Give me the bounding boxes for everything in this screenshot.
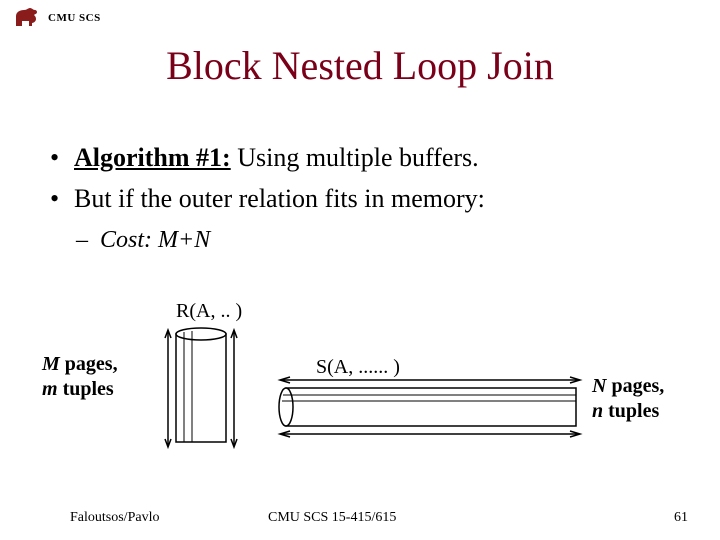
- slide: CMU SCS Block Nested Loop Join Algorithm…: [0, 0, 720, 540]
- slide-title: Block Nested Loop Join: [0, 42, 720, 89]
- scotty-dog-logo-icon: [12, 6, 42, 30]
- bullet-list: Algorithm #1: Using multiple buffers. Bu…: [46, 140, 666, 257]
- footer-course: CMU SCS 15-415/615: [268, 510, 396, 526]
- bullet-2-text: But if the outer relation fits in memory…: [74, 184, 485, 213]
- footer-authors: Faloutsos/Pavlo: [70, 510, 159, 526]
- diagram-svg: [0, 300, 720, 490]
- header-org: CMU SCS: [48, 12, 101, 24]
- relation-s-block: [279, 377, 580, 437]
- bullet-1-rest: Using multiple buffers.: [231, 143, 479, 172]
- bullet-1-strong: Algorithm #1:: [74, 143, 231, 172]
- relation-r-block: [165, 328, 237, 447]
- header: CMU SCS: [12, 6, 101, 30]
- diagram: R(A, .. ) S(A, ...... ) M pages, m tuple…: [0, 300, 720, 490]
- bullet-1: Algorithm #1: Using multiple buffers.: [46, 140, 666, 175]
- footer-page-num: 61: [674, 510, 688, 526]
- sub-bullet-cost: Cost: M+N: [46, 224, 666, 256]
- bullet-2: But if the outer relation fits in memory…: [46, 181, 666, 216]
